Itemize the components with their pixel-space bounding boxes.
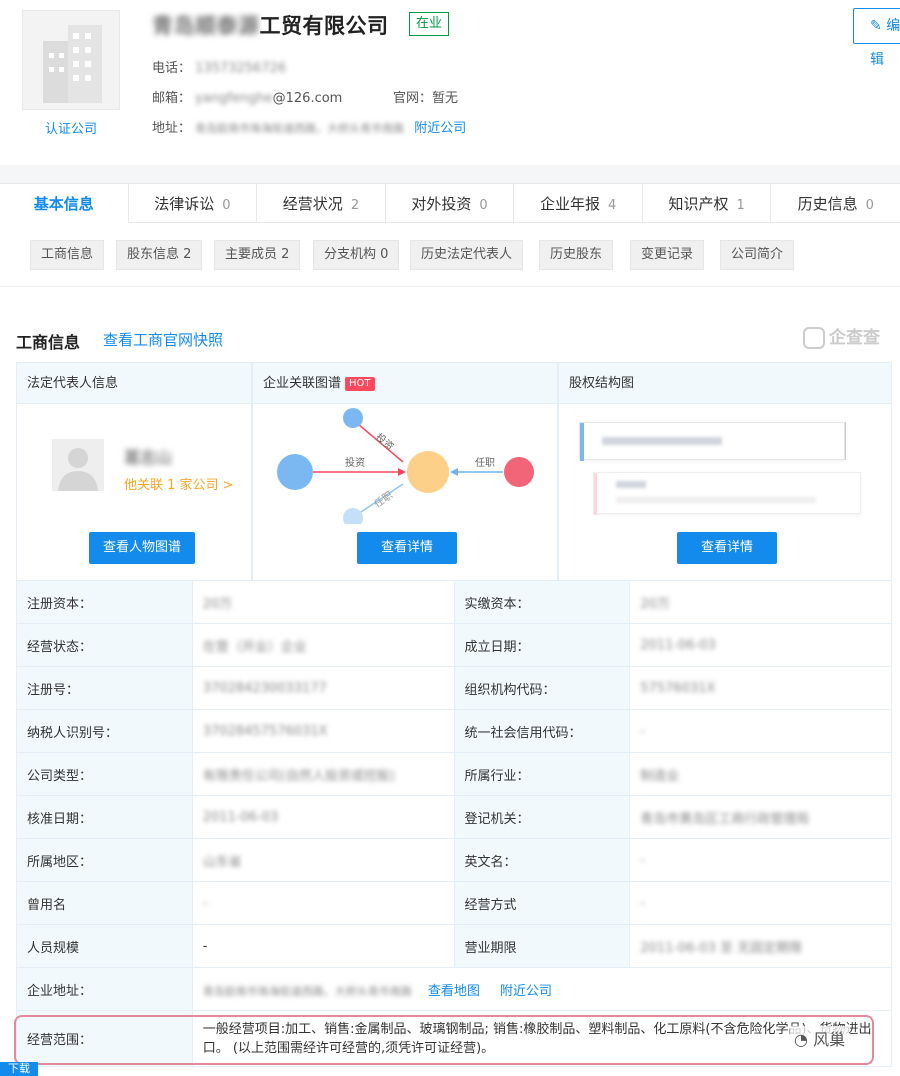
table-row: 经营状态： 在营（开业）企业 成立日期： 2011-06-03 (16, 623, 892, 667)
company-header: 认证公司 青岛顺泰源工贸有限公司 在业 ✎ 编辑 电话： 13573256726… (0, 0, 900, 165)
email-row: 邮箱： yangfenghe@126.com (152, 87, 342, 106)
status-badge: 在业 (409, 12, 450, 36)
subtab-shareholders[interactable]: 股东信息 2 (116, 240, 203, 270)
subtab-history-shareholders[interactable]: 历史股东 (539, 240, 614, 270)
edit-button[interactable]: ✎ 编辑 (853, 8, 900, 68)
view-relation-detail-button[interactable]: 查看详情 (357, 532, 458, 564)
center-node (407, 451, 449, 493)
download-tab[interactable]: 下载 (0, 1062, 38, 1076)
company-name-visible: 工贸有限公司 (259, 14, 389, 38)
divider-band (0, 165, 900, 183)
address-label: 地址： (152, 121, 192, 136)
phone-value: 13573256726 (195, 61, 287, 76)
pencil-icon: ✎ (870, 18, 882, 34)
subtab-business-info[interactable]: 工商信息 (30, 240, 105, 270)
table-row: 人员规模 - 营业期限 2011-06-03 至 无固定期限 (16, 924, 892, 968)
legal-rep-card-head: 法定代表人信息 (16, 362, 252, 404)
view-equity-detail-button[interactable]: 查看详情 (677, 532, 778, 564)
avatar (52, 439, 104, 491)
table-row: 核准日期： 2011-06-03 登记机关： 青岛市黄岛区工商行政管理局 (16, 795, 892, 839)
company-node-bottom (343, 508, 363, 524)
table-row: 注册资本： 20万 实缴资本： 20万 (16, 580, 892, 624)
relation-graph: 投资 投资 任职 任职 (277, 408, 534, 524)
view-map-link[interactable]: 查看地图 (428, 984, 480, 999)
tab-operations[interactable]: 经营状况 2 (257, 184, 386, 224)
phone-label: 电话： (152, 61, 192, 76)
hot-badge: HOT (345, 376, 375, 391)
equity-company-box (579, 422, 845, 461)
edge-role-label: 任职 (475, 456, 495, 469)
subtab-change-log[interactable]: 变更记录 (630, 240, 705, 270)
legal-rep-card: 葛志山 他关联 1 家公司 > 查看人物图谱 (16, 404, 252, 580)
table-row: 注册号： 370284230033177 组织机构代码： 57576031X (16, 666, 892, 710)
qichacha-logo-icon (803, 327, 825, 349)
fengchao-watermark: ◔ 风巢 (790, 1026, 850, 1050)
person-icon (58, 448, 98, 491)
subtab-history-legal-rep[interactable]: 历史法定代表人 (410, 240, 524, 270)
table-row: 企业地址： 青岛胶南市珠海街道西路，大桥头青市南路 查看地图 附近公司 (16, 967, 893, 1011)
email-label: 邮箱： (152, 91, 192, 106)
certified-company-label[interactable]: 认证公司 (22, 118, 120, 137)
address-value: 青岛胶南市珠海街道西路，大桥头青市南路 (195, 122, 405, 135)
business-scope-highlight (14, 1015, 874, 1065)
company-node (277, 454, 313, 490)
table-row: 纳税人识别号： 37028457576031X 统一社会信用代码： - (16, 709, 892, 753)
nearby-companies-link-2[interactable]: 附近公司 (500, 984, 552, 999)
nearby-companies-link[interactable]: 附近公司 (414, 121, 466, 136)
qichacha-watermark: 企查查 (803, 323, 880, 349)
address-row: 地址： 青岛胶南市珠海街道西路，大桥头青市南路 附近公司 (152, 117, 466, 136)
equity-holder-box (593, 472, 861, 515)
company-name: 青岛顺泰源工贸有限公司 (152, 10, 389, 40)
relation-card: 投资 投资 任职 任职 查看详情 (252, 404, 558, 580)
tab-basic-info[interactable]: 基本信息 (0, 184, 129, 224)
equity-card: 查看详情 (558, 404, 892, 580)
company-logo (22, 10, 120, 110)
relation-card-head: 企业关联图谱 HOT (252, 362, 558, 404)
equity-card-head: 股权结构图 (558, 362, 892, 404)
tab-history[interactable]: 历史信息 0 (771, 184, 900, 224)
email-domain: @126.com (272, 91, 343, 106)
wechat-icon: ◔ (794, 1030, 808, 1049)
snapshot-link[interactable]: 查看工商官网快照 (103, 329, 223, 350)
company-name-blurred: 青岛顺泰源 (152, 14, 260, 38)
website-value: 暂无 (432, 91, 459, 106)
main-tabs: 基本信息 法律诉讼 0 经营状况 2 对外投资 0 企业年报 4 知识产权 1 历史信息 0 (0, 183, 900, 224)
website-row: 官网：暂无 (393, 87, 458, 106)
section-title: 工商信息 (16, 333, 81, 352)
sub-tabs: 工商信息 股东信息 2 主要成员 2 分支机构 0 历史法定代表人 历史股东 变… (0, 223, 900, 287)
subtab-company-intro[interactable]: 公司简介 (720, 240, 795, 270)
edge-invest-label-2: 投资 (373, 430, 397, 453)
view-person-graph-button[interactable]: 查看人物图谱 (89, 532, 196, 564)
tab-annual-report[interactable]: 企业年报 4 (514, 184, 643, 224)
phone-row: 电话： 13573256726 (152, 57, 286, 76)
table-row: 所属地区： 山东省 英文名： - (16, 838, 892, 882)
tab-legal[interactable]: 法律诉讼 0 (129, 184, 258, 224)
legal-rep-name: 葛志山 (124, 448, 173, 467)
company-node-top (343, 408, 363, 428)
table-row: 公司类型： 有限责任公司(自然人投资或控股) 所属行业： 制造业 (16, 752, 892, 796)
website-label: 官网： (393, 91, 433, 106)
business-info-table: 注册资本： 20万 实缴资本： 20万 经营状态： 在营（开业）企业 成立日期： 2011-… (16, 580, 893, 1067)
subtab-branches[interactable]: 分支机构 0 (313, 240, 400, 270)
email-user: yangfenghe (195, 91, 273, 106)
table-row: 曾用名 - 经营方式 - (16, 881, 892, 925)
tab-investment[interactable]: 对外投资 0 (386, 184, 515, 224)
subtab-members[interactable]: 主要成员 2 (214, 240, 301, 270)
tab-ip[interactable]: 知识产权 1 (643, 184, 772, 224)
person-node (504, 457, 534, 487)
related-companies-link[interactable]: 他关联 1 家公司 > (124, 474, 234, 493)
edge-invest-label: 投资 (345, 456, 365, 469)
building-icon (43, 25, 102, 103)
company-address-value: 青岛胶南市珠海街道西路，大桥头青市南路 (202, 984, 412, 998)
